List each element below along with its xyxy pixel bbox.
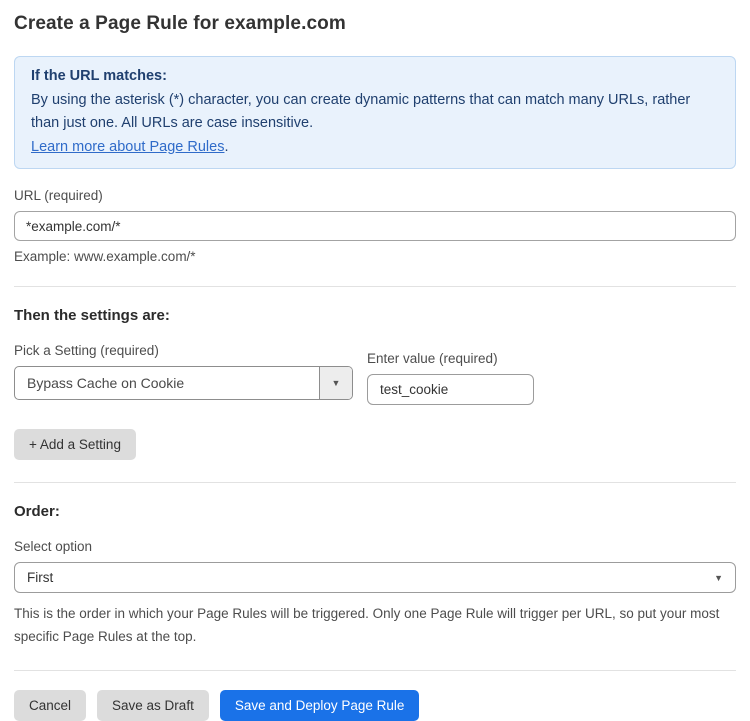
url-section: URL (required) Example: www.example.com/…	[14, 188, 736, 264]
order-select-label: Select option	[14, 539, 736, 554]
order-section: Select option First ▼ This is the order …	[14, 539, 736, 648]
pick-setting-label: Pick a Setting (required)	[14, 343, 353, 358]
enter-value-label: Enter value (required)	[367, 351, 534, 366]
url-match-info-box: If the URL matches: By using the asteris…	[14, 56, 736, 169]
save-as-draft-button[interactable]: Save as Draft	[97, 690, 209, 721]
save-and-deploy-button[interactable]: Save and Deploy Page Rule	[220, 690, 420, 721]
cancel-button[interactable]: Cancel	[14, 690, 86, 721]
url-example-text: Example: www.example.com/*	[14, 249, 736, 264]
divider	[14, 482, 736, 483]
pick-setting-selected-value: Bypass Cache on Cookie	[15, 367, 319, 399]
info-box-link-line: Learn more about Page Rules.	[31, 136, 719, 160]
page-rule-form: Create a Page Rule for example.com If th…	[0, 0, 750, 721]
url-input[interactable]	[14, 211, 736, 241]
pick-setting-select[interactable]: Bypass Cache on Cookie ▼	[14, 366, 353, 400]
info-box-heading: If the URL matches:	[31, 65, 719, 89]
settings-row: Pick a Setting (required) Bypass Cache o…	[14, 343, 736, 405]
form-actions: Cancel Save as Draft Save and Deploy Pag…	[14, 690, 736, 721]
order-select[interactable]: First ▼	[14, 562, 736, 593]
learn-more-link[interactable]: Learn more about Page Rules	[31, 139, 224, 155]
settings-heading: Then the settings are:	[14, 307, 736, 324]
chevron-down-icon[interactable]: ▼	[319, 367, 352, 399]
url-label: URL (required)	[14, 188, 736, 203]
divider	[14, 670, 736, 671]
add-setting-button[interactable]: + Add a Setting	[14, 429, 136, 460]
order-heading: Order:	[14, 503, 736, 520]
order-help-text: This is the order in which your Page Rul…	[14, 602, 736, 648]
divider	[14, 286, 736, 287]
enter-value-column: Enter value (required)	[367, 343, 534, 405]
chevron-down-icon: ▼	[714, 573, 723, 583]
page-title: Create a Page Rule for example.com	[14, 13, 736, 35]
setting-value-input[interactable]	[367, 374, 534, 405]
pick-setting-column: Pick a Setting (required) Bypass Cache o…	[14, 343, 353, 400]
order-selected-value: First	[27, 570, 53, 585]
link-suffix: .	[224, 139, 228, 155]
info-box-body: By using the asterisk (*) character, you…	[31, 89, 719, 136]
